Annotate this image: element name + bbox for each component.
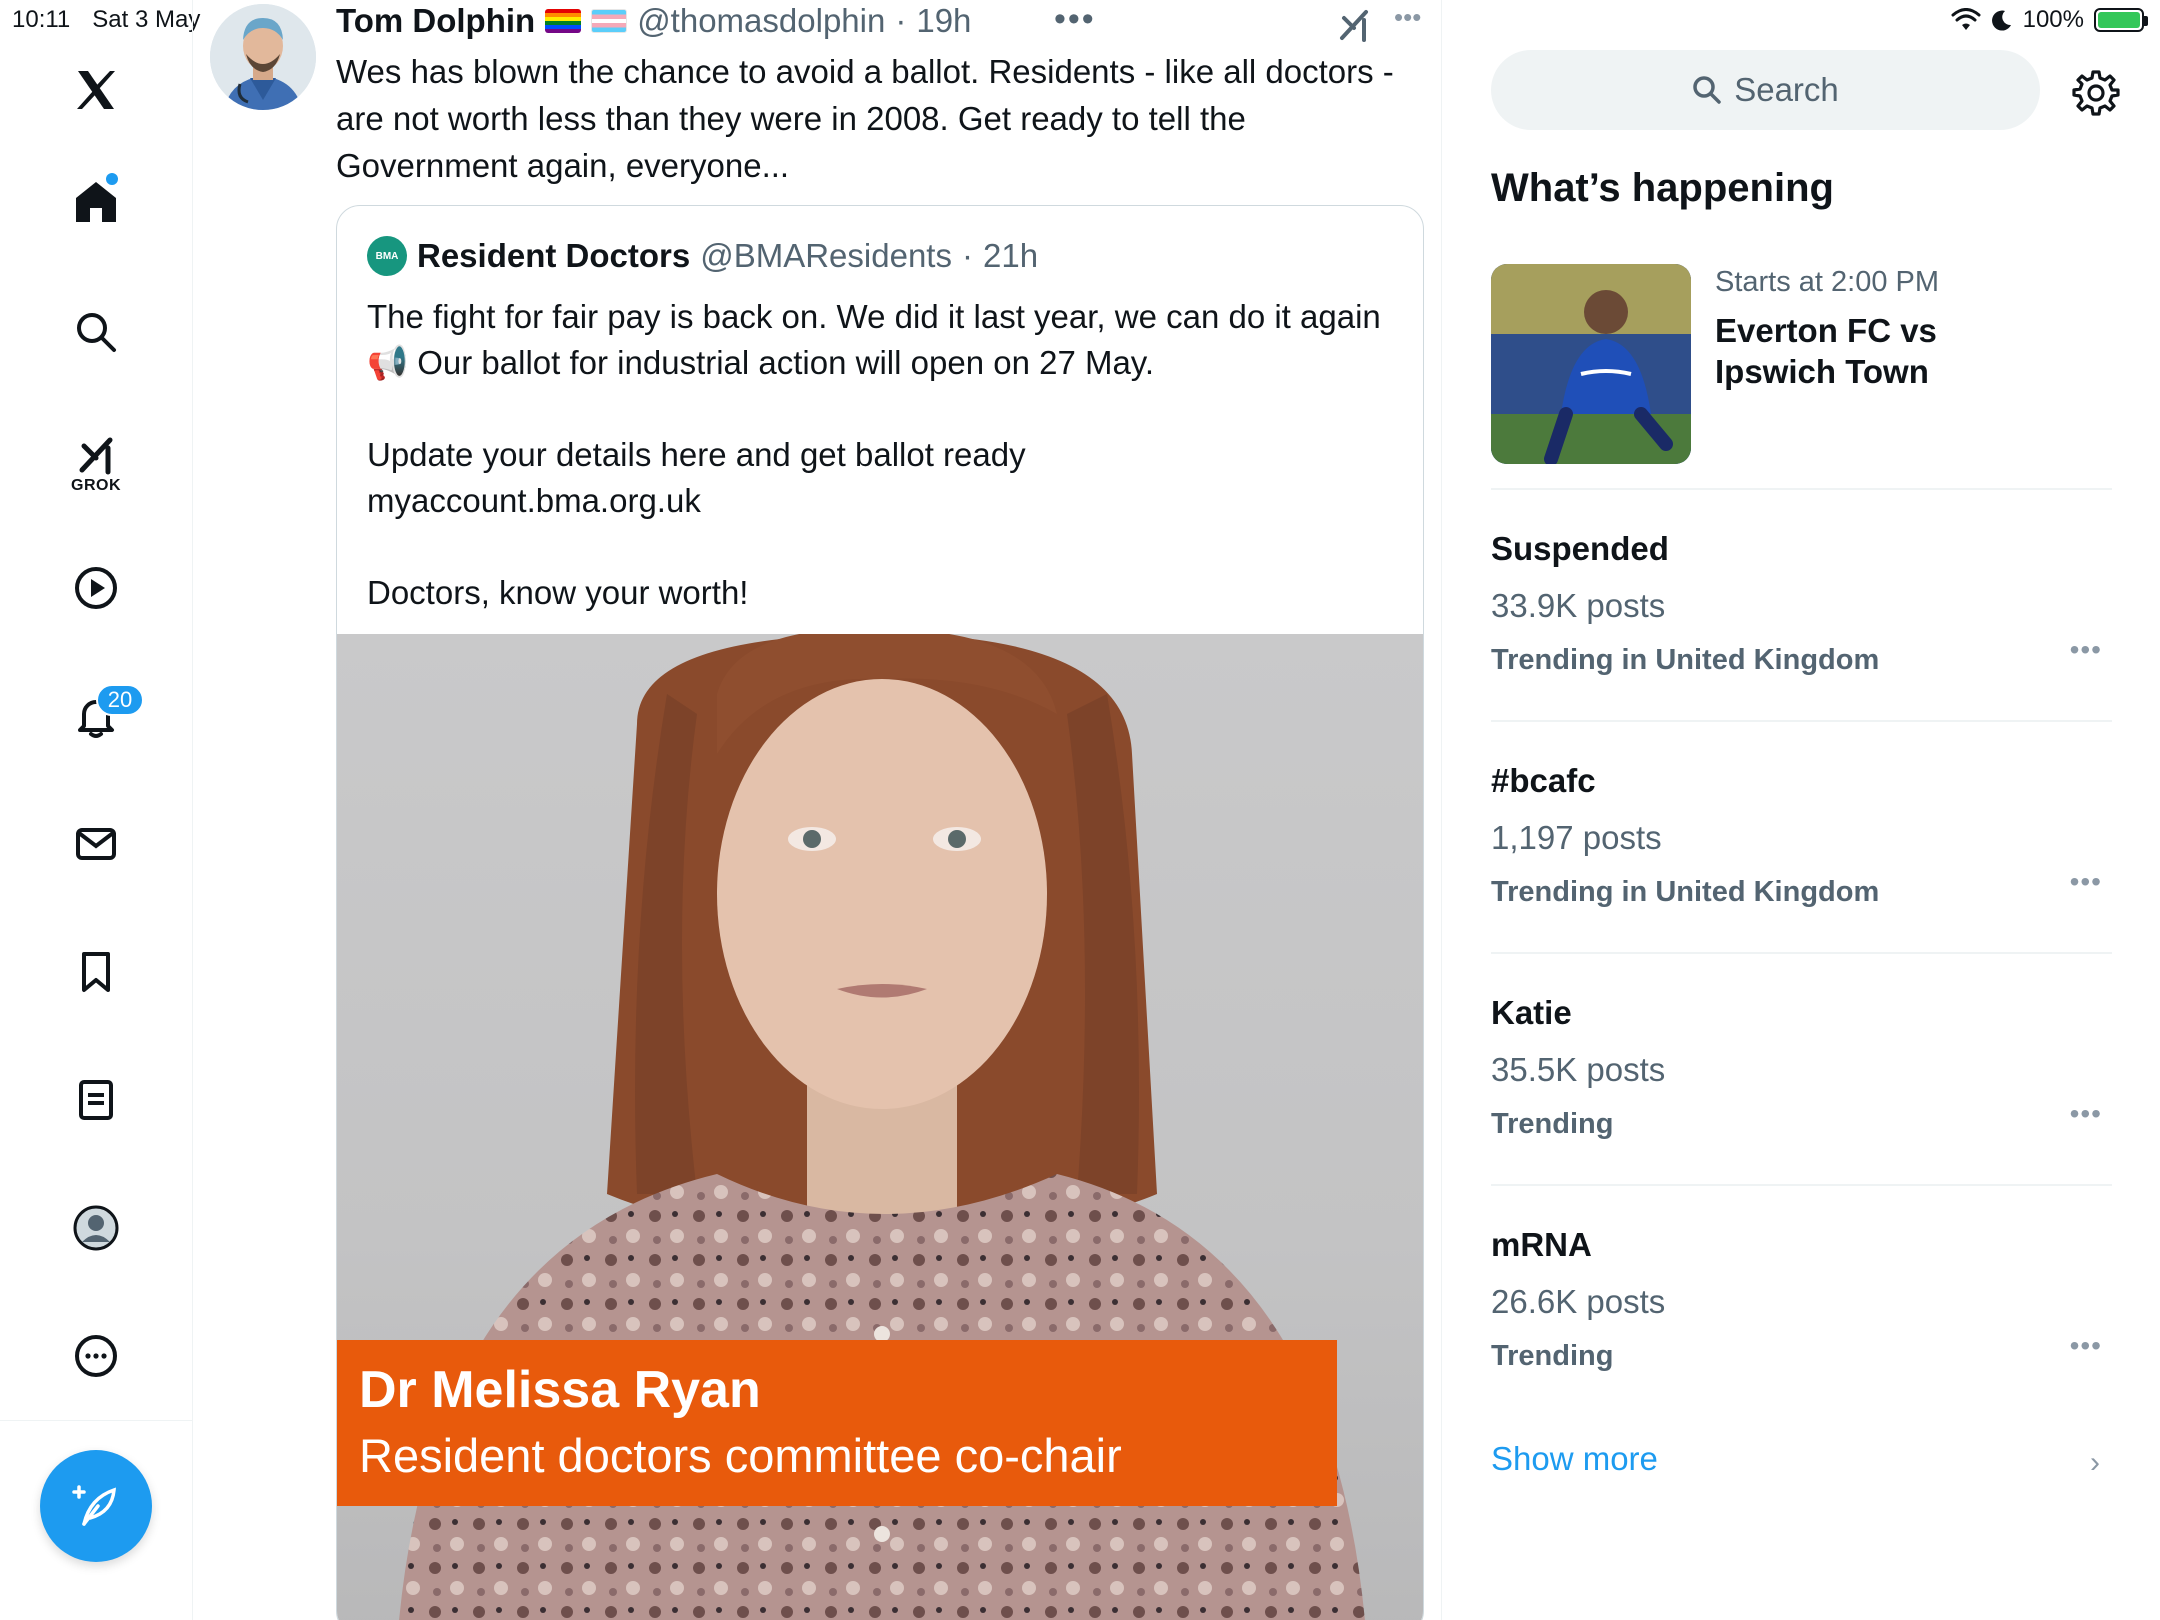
more-options-icon[interactable] xyxy=(56,1316,136,1396)
trend-context: Trending xyxy=(1491,1340,1614,1372)
quote-text: The fight for fair pay is back on. We di… xyxy=(367,294,1397,662)
search-placeholder: Search xyxy=(1734,71,1839,108)
trend-divider xyxy=(1491,720,2112,722)
author-handle[interactable]: @thomasdolphin xyxy=(637,2,885,40)
author-name[interactable]: Tom Dolphin xyxy=(336,2,535,40)
trend-name: #bcafc xyxy=(1491,762,1596,799)
trend-divider xyxy=(1491,952,2112,954)
whats-happening-title: What’s happening xyxy=(1491,166,1834,210)
quote-age: 21h xyxy=(982,237,1039,274)
quoted-tweet[interactable]: BMA Resident Doctors @BMAResidents · 21h… xyxy=(336,205,1424,1620)
trans-flag-icon xyxy=(591,9,628,33)
meta-separator: · xyxy=(895,2,907,39)
trend-name: mRNA xyxy=(1491,1226,1592,1263)
main-column: Tom Dolphin @thomasdolphin · 19h ••• •••… xyxy=(194,0,1442,1620)
trend-divider xyxy=(1491,1184,2112,1186)
author-avatar[interactable] xyxy=(210,4,316,110)
trend-posts: 35.5K posts xyxy=(1491,1051,1666,1088)
lower-third-banner: Dr Melissa Ryan Resident doctors committ… xyxy=(337,1340,1337,1506)
trend-more-icon[interactable]: ••• xyxy=(2070,866,2102,898)
trend-divider xyxy=(1491,488,2112,490)
tweet-header: Tom Dolphin @thomasdolphin · 19h xyxy=(336,2,971,40)
quote-author-name[interactable]: Resident Doctors xyxy=(417,237,690,275)
nav-divider xyxy=(0,1420,193,1421)
event-time: Starts at 2:00 PM xyxy=(1715,266,1940,298)
trend-item[interactable]: Suspended 33.9K posts Trending in United… xyxy=(1491,530,2112,730)
search-icon xyxy=(1693,76,1721,104)
trend-context: Trending in United Kingdom xyxy=(1491,644,1880,676)
home-icon[interactable] xyxy=(56,162,136,242)
notifications-badge: 20 xyxy=(96,684,144,716)
tweet-more-button[interactable]: ••• xyxy=(1054,0,1096,39)
compose-feather-icon xyxy=(72,1485,116,1526)
trend-posts: 26.6K posts xyxy=(1491,1283,1666,1320)
lower-third-name: Dr Melissa Ryan xyxy=(359,1361,761,1419)
event-thumbnail[interactable] xyxy=(1491,264,1691,464)
tweet-age[interactable]: 19h xyxy=(916,2,971,40)
x-logo-icon[interactable] xyxy=(56,50,136,130)
search-nav-icon[interactable] xyxy=(56,292,136,372)
tweet-text: Wes has blown the chance to avoid a ball… xyxy=(336,53,1394,184)
event-title[interactable]: Everton FC vs Ipswich Town xyxy=(1715,310,2035,392)
quote-author-handle[interactable]: @BMAResidents xyxy=(700,237,952,275)
quote-header: BMA Resident Doctors @BMAResidents · 21h xyxy=(367,236,1038,276)
chevron-right-icon: › xyxy=(2090,1446,2100,1479)
lists-icon[interactable] xyxy=(56,1060,136,1140)
profile-icon[interactable] xyxy=(56,1188,136,1268)
search-input[interactable]: Search xyxy=(1491,50,2040,130)
trend-more-icon[interactable]: ••• xyxy=(2070,1098,2102,1130)
trend-item[interactable]: #bcafc 1,197 posts Trending in United Ki… xyxy=(1491,762,2112,962)
quote-paragraph-1: The fight for fair pay is back on. We di… xyxy=(367,298,1381,381)
battery-percent: 100% xyxy=(2022,6,2084,33)
bookmarks-icon[interactable] xyxy=(56,932,136,1012)
tweet-overflow-icon[interactable]: ••• xyxy=(1394,2,1421,33)
video-icon[interactable] xyxy=(56,548,136,628)
wifi-icon xyxy=(1951,8,1981,30)
battery-icon xyxy=(2094,8,2148,32)
grok-label: GROK xyxy=(71,477,121,494)
bma-logo-icon: BMA xyxy=(367,236,407,276)
moon-icon xyxy=(1991,10,2011,31)
trend-posts: 33.9K posts xyxy=(1491,587,1666,624)
messages-icon[interactable] xyxy=(56,804,136,884)
grok-explain-icon[interactable] xyxy=(1334,4,1374,44)
home-unread-dot xyxy=(106,173,118,185)
quote-video[interactable]: Dr Melissa Ryan Resident doctors committ… xyxy=(337,634,1423,1620)
trend-context: Trending in United Kingdom xyxy=(1491,876,1880,908)
left-nav: GROK 20 xyxy=(0,0,193,1620)
quote-meta-separator: · xyxy=(961,237,973,274)
lower-third-role: Resident doctors committee co-chair xyxy=(359,1429,1122,1482)
rainbow-flag-icon xyxy=(545,9,582,33)
settings-gear-icon[interactable] xyxy=(2072,68,2120,116)
trend-item[interactable]: mRNA 26.6K posts Trending ••• xyxy=(1491,1226,2112,1426)
status-bar-right: 100% xyxy=(1951,6,2148,34)
quote-paragraph-2: Update your details here and get ballot … xyxy=(367,436,1026,473)
quote-link[interactable]: myaccount.bma.org.uk xyxy=(367,478,1397,524)
trend-more-icon[interactable]: ••• xyxy=(2070,634,2102,666)
trend-posts: 1,197 posts xyxy=(1491,819,1662,856)
trend-name: Katie xyxy=(1491,994,1572,1031)
compose-button[interactable] xyxy=(40,1450,152,1562)
quote-paragraph-3: Doctors, know your worth! xyxy=(367,574,749,611)
show-more-link[interactable]: Show more xyxy=(1491,1440,1658,1478)
trend-more-icon[interactable]: ••• xyxy=(2070,1330,2102,1362)
trend-name: Suspended xyxy=(1491,530,1669,567)
trend-item[interactable]: Katie 35.5K posts Trending ••• xyxy=(1491,994,2112,1194)
trend-context: Trending xyxy=(1491,1108,1614,1140)
